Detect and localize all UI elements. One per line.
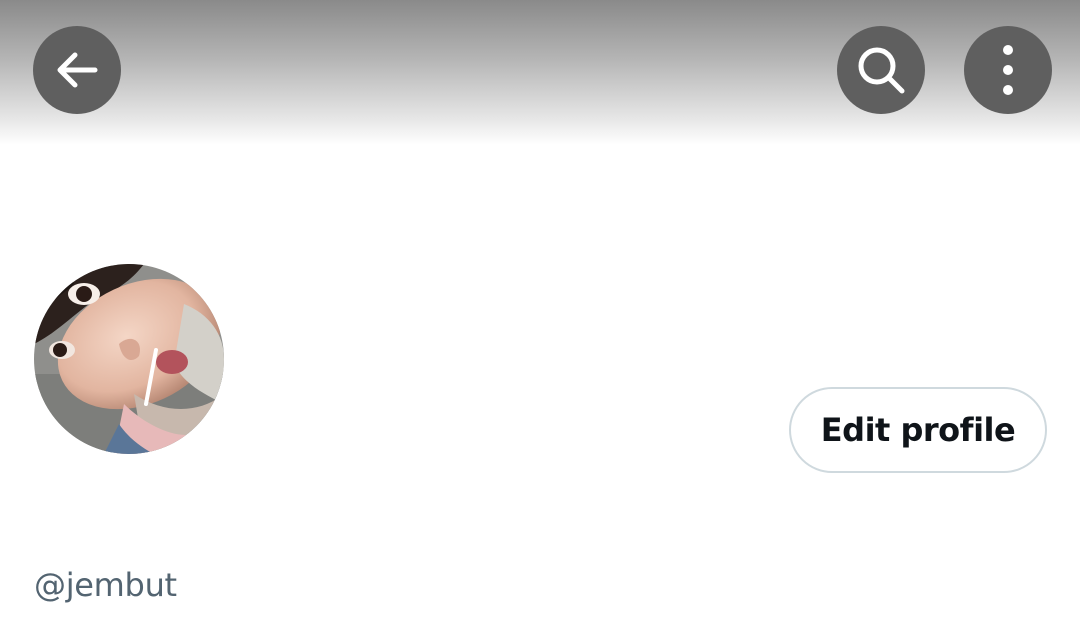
avatar-image [34,264,224,454]
avatar[interactable] [34,264,224,454]
profile-handle: @jembut [34,566,177,604]
more-options-button[interactable] [964,26,1052,114]
arrow-left-icon [57,52,98,88]
back-button[interactable] [33,26,121,114]
search-button[interactable] [837,26,925,114]
search-icon [858,47,905,94]
edit-profile-button[interactable]: Edit profile [789,387,1047,473]
more-vertical-icon [1003,45,1013,95]
